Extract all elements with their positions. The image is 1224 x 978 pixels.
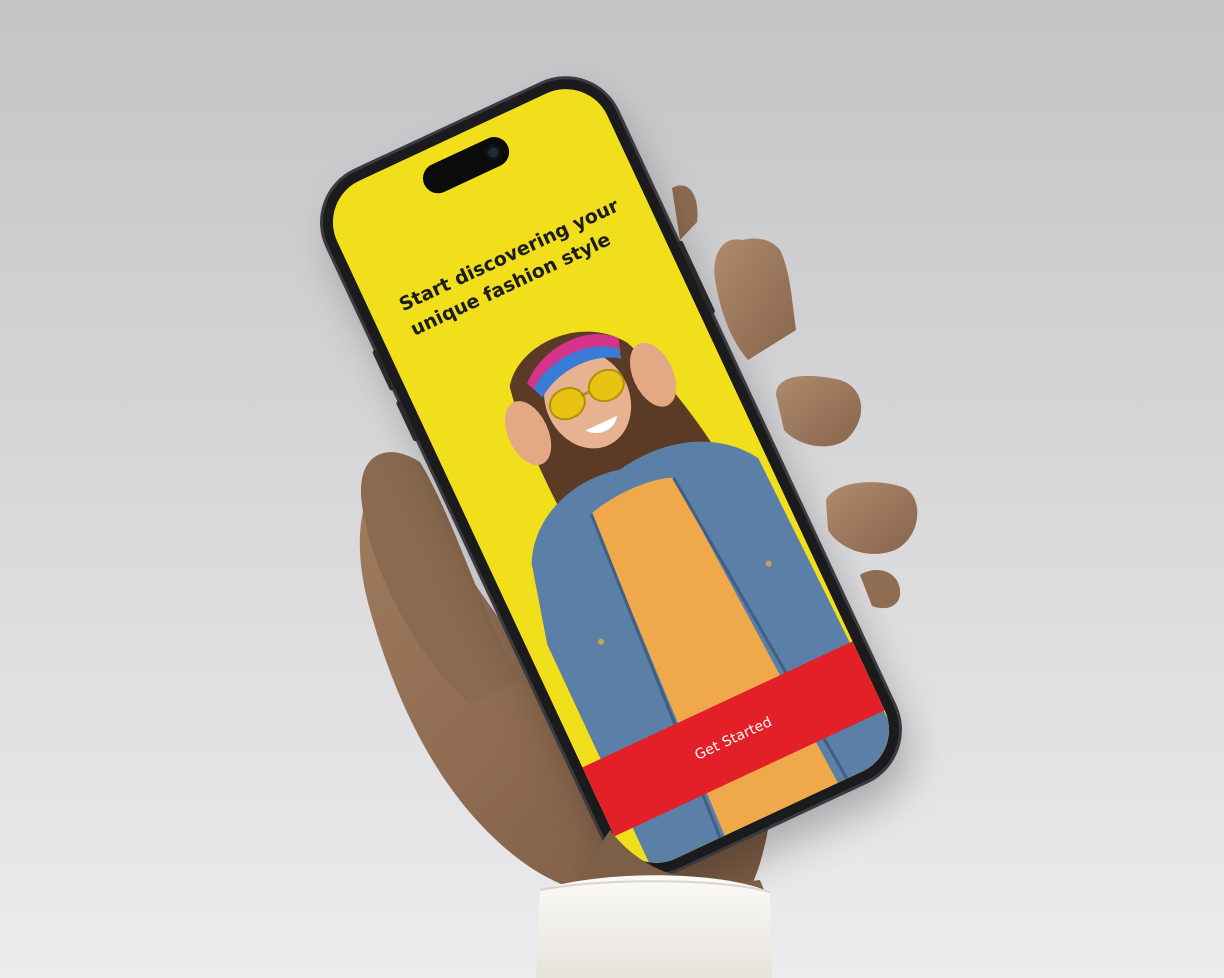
mockup-scene: Start discovering your unique fashion st… [0,0,1224,978]
hand-front-illustration [536,238,918,978]
